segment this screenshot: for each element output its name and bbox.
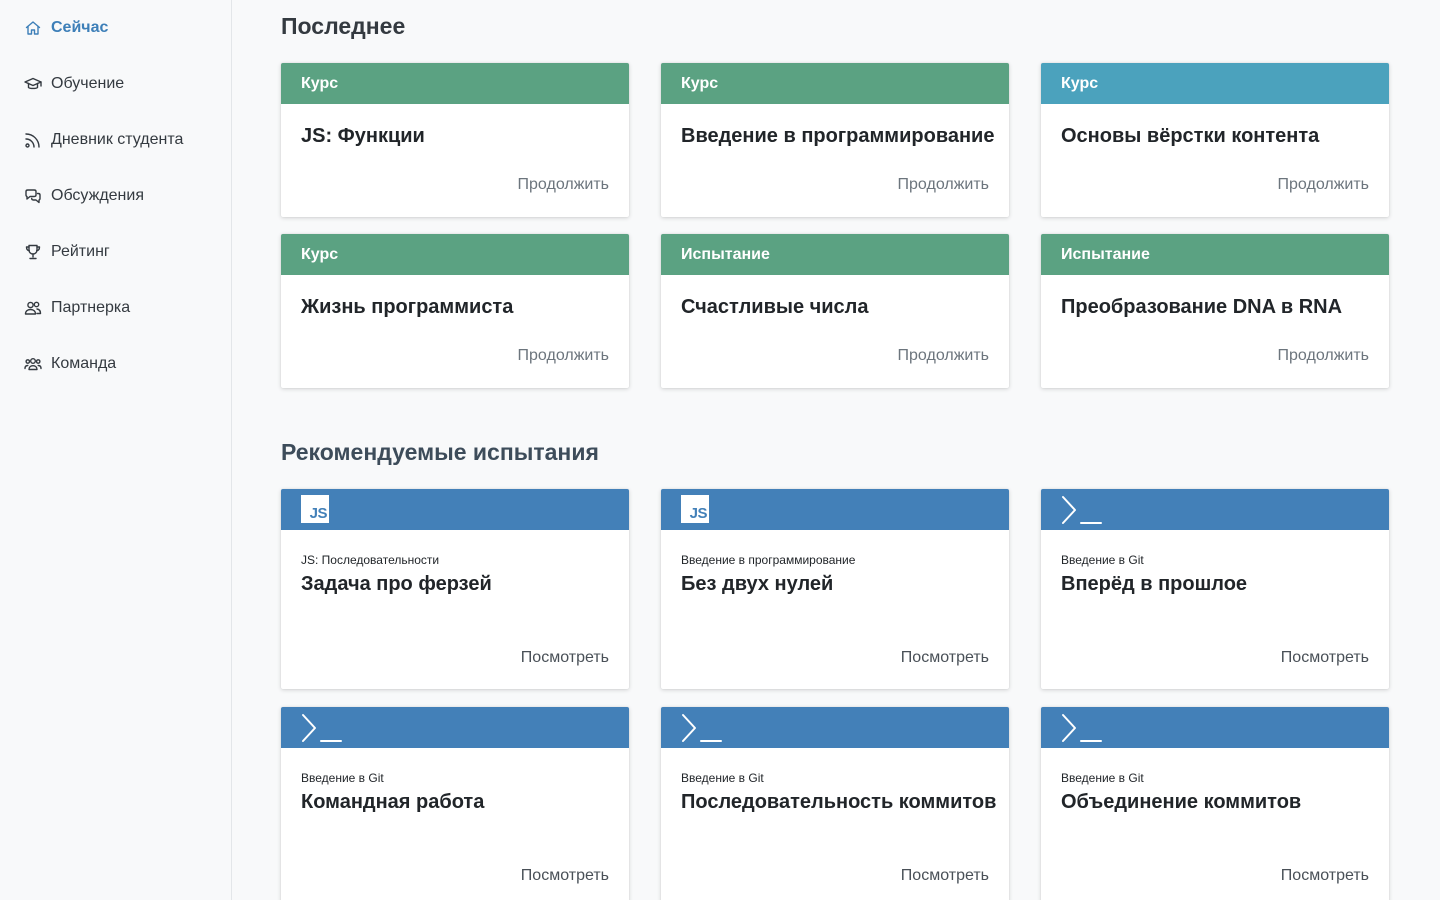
card-type-label: Курс — [281, 63, 629, 104]
continue-link[interactable]: Продолжить — [1278, 347, 1369, 365]
terminal-icon — [302, 714, 342, 742]
card-type-label: Курс — [661, 63, 1009, 104]
graduation-cap-icon — [24, 77, 42, 90]
sidebar-item-team[interactable]: Команда — [24, 352, 116, 376]
challenge-card-header: JS — [661, 489, 1009, 530]
continue-link[interactable]: Продолжить — [518, 176, 609, 194]
challenge-course-name: Введение в Git — [301, 771, 384, 785]
challenge-course-name: Введение в Git — [681, 771, 764, 785]
challenge-card-header — [1041, 489, 1389, 530]
continue-link[interactable]: Продолжить — [518, 347, 609, 365]
terminal-icon — [1062, 496, 1102, 524]
sidebar-item-label: Сейчас — [51, 19, 109, 36]
challenge-title: Последовательность коммитов — [681, 791, 997, 813]
challenge-card-header — [661, 707, 1009, 748]
card-title: Основы вёрстки контента — [1061, 125, 1320, 147]
recent-card[interactable]: Курс JS: Функции Продолжить — [281, 63, 629, 217]
continue-link[interactable]: Продолжить — [898, 347, 989, 365]
section-title-recommended: Рекомендуемые испытания — [281, 439, 599, 465]
chat-bubbles-icon — [25, 189, 41, 204]
card-type-label: Испытание — [661, 234, 1009, 275]
sidebar-item-label: Рейтинг — [51, 243, 110, 260]
challenge-card[interactable]: Введение в Git Последовательность коммито… — [661, 707, 1009, 900]
users-icon — [24, 301, 42, 315]
js-icon: JS — [301, 495, 329, 523]
card-title: JS: Функции — [301, 125, 425, 147]
challenge-card-header: JS — [281, 489, 629, 530]
continue-link[interactable]: Продолжить — [1278, 176, 1369, 194]
recent-card[interactable]: Курс Жизнь программиста Продолжить — [281, 234, 629, 388]
recent-card[interactable]: Испытание Счастливые числа Продолжить — [661, 234, 1009, 388]
team-icon — [24, 358, 42, 371]
challenge-card-header — [1041, 707, 1389, 748]
challenge-card[interactable]: JS JS: Последовательности Задача про ферзе… — [281, 489, 629, 689]
challenge-course-name: Введение в Git — [1061, 771, 1144, 785]
challenge-course-name: Введение в Git — [1061, 553, 1144, 567]
sidebar-item-label: Дневник студента — [51, 131, 184, 148]
view-link[interactable]: Посмотреть — [521, 649, 609, 667]
sidebar-item-student-diary[interactable]: Дневник студента — [24, 128, 183, 152]
recent-card[interactable]: Курс Основы вёрстки контента Продолжить — [1041, 63, 1389, 217]
challenge-title: Командная работа — [301, 791, 485, 813]
view-link[interactable]: Посмотреть — [1281, 867, 1369, 885]
challenge-card[interactable]: Введение в Git Вперёд в прошлое Посмотреть — [1041, 489, 1389, 689]
card-title: Введение в программирование — [681, 125, 995, 147]
challenge-title: Объединение коммитов — [1061, 791, 1302, 813]
sidebar-item-label: Партнерка — [51, 299, 131, 316]
view-link[interactable]: Посмотреть — [901, 649, 989, 667]
home-icon — [25, 21, 41, 35]
view-link[interactable]: Посмотреть — [521, 867, 609, 885]
card-type-label: Курс — [281, 234, 629, 275]
sidebar-item-label: Обучение — [51, 75, 125, 92]
sidebar: Сейчас Обучение Дневник студента Обсужде… — [0, 0, 232, 900]
challenge-title: Без двух нулей — [681, 573, 834, 595]
feed-icon — [25, 133, 40, 148]
card-title: Преобразование DNA в RNA — [1061, 296, 1343, 318]
sidebar-item-learning[interactable]: Обучение — [24, 72, 124, 96]
sidebar-item-label: Обсуждения — [51, 187, 144, 204]
recent-card[interactable]: Испытание Преобразование DNA в RNA Продолж… — [1041, 234, 1389, 388]
js-icon-text: JS — [689, 505, 708, 522]
sidebar-item-discussions[interactable]: Обсуждения — [24, 184, 144, 208]
challenge-card-header — [281, 707, 629, 748]
js-icon: JS — [681, 495, 709, 523]
sidebar-item-partners[interactable]: Партнерка — [24, 296, 130, 320]
challenge-course-name: JS: Последовательности — [301, 553, 440, 567]
recent-card[interactable]: Курс Введение в программирование Продолжит… — [661, 63, 1009, 217]
terminal-icon — [682, 714, 722, 742]
continue-link[interactable]: Продолжить — [898, 176, 989, 194]
sidebar-item-rating[interactable]: Рейтинг — [24, 240, 110, 264]
challenge-course-name: Введение в программирование — [681, 553, 856, 567]
card-title: Жизнь программиста — [301, 296, 514, 318]
terminal-icon — [1062, 714, 1102, 742]
sidebar-item-label: Команда — [51, 355, 117, 372]
card-title: Счастливые числа — [681, 296, 869, 318]
view-link[interactable]: Посмотреть — [901, 867, 989, 885]
view-link[interactable]: Посмотреть — [1281, 649, 1369, 667]
challenge-card[interactable]: Введение в Git Командная работа Посмотреть — [281, 707, 629, 900]
card-type-label: Испытание — [1041, 234, 1389, 275]
sidebar-item-now[interactable]: Сейчас — [24, 16, 108, 40]
card-type-label: Курс — [1041, 63, 1389, 104]
js-icon-text: JS — [309, 505, 328, 522]
trophy-icon — [25, 244, 41, 260]
challenge-title: Вперёд в прошлое — [1061, 573, 1248, 595]
challenge-title: Задача про ферзей — [301, 573, 492, 595]
challenge-card[interactable]: Введение в Git Объединение коммитов Посмот… — [1041, 707, 1389, 900]
challenge-card[interactable]: JS Введение в программирование Без двух ну… — [661, 489, 1009, 689]
section-title-recent: Последнее — [281, 13, 406, 39]
